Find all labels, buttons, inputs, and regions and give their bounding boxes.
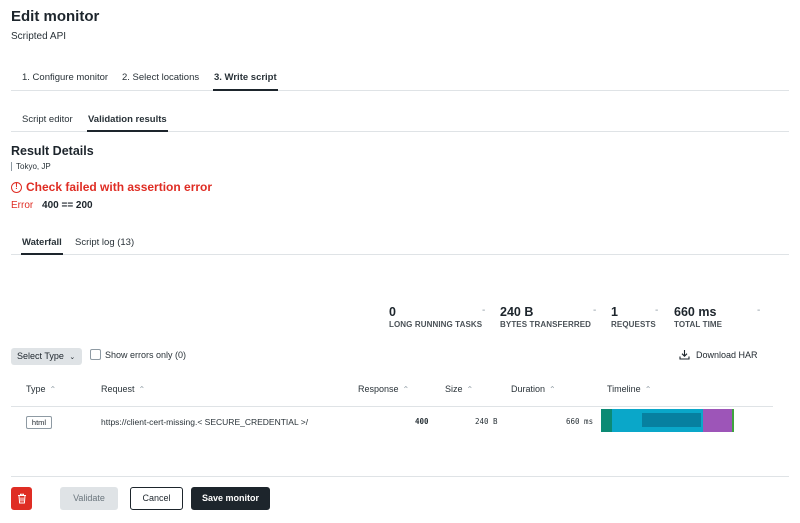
error-label: Error bbox=[11, 200, 34, 211]
stat-bytes-transferred: 240 B BYTES TRANSFERRED bbox=[500, 305, 591, 329]
show-errors-checkbox[interactable] bbox=[90, 349, 101, 360]
page-subtitle: Scripted API bbox=[11, 31, 67, 42]
stat-long-running-tasks: 0 LONG RUNNING TASKS bbox=[389, 305, 482, 329]
select-type-dropdown[interactable]: Select Type ⌄ bbox=[11, 348, 82, 365]
page-title: Edit monitor bbox=[11, 8, 100, 25]
stat-total-time: 660 ms TOTAL TIME bbox=[674, 305, 722, 329]
download-har-label: Download HAR bbox=[696, 349, 758, 360]
tab-configure-monitor[interactable]: 1. Configure monitor bbox=[22, 72, 108, 83]
sort-icon: ⌃ bbox=[466, 385, 474, 394]
timeline-segment-end bbox=[732, 409, 734, 432]
script-tabs: Script editor Validation results bbox=[11, 110, 789, 132]
timeline-bar bbox=[601, 409, 734, 432]
save-monitor-button[interactable]: Save monitor bbox=[191, 487, 270, 510]
stat-separator: - bbox=[482, 305, 486, 316]
request-url[interactable]: https://client-cert-missing.< SECURE_CRE… bbox=[101, 417, 308, 427]
chevron-down-icon: ⌄ bbox=[69, 354, 76, 361]
location-divider bbox=[11, 162, 12, 171]
stat-label: REQUESTS bbox=[611, 320, 656, 329]
cancel-button[interactable]: Cancel bbox=[130, 487, 183, 510]
error-value: 400 == 200 bbox=[42, 200, 93, 211]
column-label: Size bbox=[445, 384, 463, 394]
error-detail: Error 400 == 200 bbox=[11, 200, 93, 211]
location-text: Tokyo, JP bbox=[16, 162, 51, 171]
trash-icon bbox=[17, 493, 26, 504]
tab-write-script[interactable]: 3. Write script bbox=[213, 72, 278, 91]
tab-waterfall[interactable]: Waterfall bbox=[21, 237, 63, 255]
type-badge: html bbox=[26, 416, 52, 429]
request-timeline[interactable] bbox=[601, 409, 735, 432]
footer-divider bbox=[11, 476, 789, 477]
select-type-label: Select Type bbox=[17, 351, 64, 361]
stat-label: TOTAL TIME bbox=[674, 320, 723, 329]
stat-label: LONG RUNNING TASKS bbox=[389, 320, 483, 329]
download-har-button[interactable]: Download HAR bbox=[679, 349, 758, 360]
response-size: 240 B bbox=[475, 417, 498, 426]
show-errors-label: Show errors only (0) bbox=[105, 350, 187, 360]
column-header-type[interactable]: Type ⌃ bbox=[26, 384, 56, 394]
column-label: Duration bbox=[511, 384, 546, 394]
column-label: Response bbox=[358, 384, 399, 394]
column-label: Request bbox=[101, 384, 135, 394]
column-header-request[interactable]: Request ⌃ bbox=[101, 384, 145, 394]
sort-icon: ⌃ bbox=[49, 385, 57, 394]
column-header-duration[interactable]: Duration ⌃ bbox=[511, 384, 556, 394]
stat-value: 0 bbox=[389, 305, 396, 319]
timeline-segment-receive bbox=[703, 409, 732, 432]
column-header-timeline[interactable]: Timeline ⌃ bbox=[607, 384, 651, 394]
main-tabs: 1. Configure monitor 2. Select locations… bbox=[11, 68, 789, 91]
tab-select-locations[interactable]: 2. Select locations bbox=[122, 72, 199, 83]
result-details-heading: Result Details bbox=[11, 144, 94, 158]
failure-text: Check failed with assertion error bbox=[26, 180, 213, 194]
tab-script-log[interactable]: Script log (13) bbox=[75, 237, 134, 248]
stat-requests: 1 REQUESTS bbox=[611, 305, 656, 329]
tab-script-editor[interactable]: Script editor bbox=[22, 114, 73, 125]
sort-icon: ⌃ bbox=[138, 385, 146, 394]
tab-validation-results[interactable]: Validation results bbox=[87, 114, 168, 132]
download-icon bbox=[679, 350, 690, 360]
column-label: Timeline bbox=[607, 384, 641, 394]
timeline-segment-connect bbox=[601, 409, 612, 432]
stat-separator: - bbox=[757, 305, 761, 316]
stat-value: 660 ms bbox=[674, 305, 717, 319]
table-divider bbox=[11, 406, 773, 407]
stat-value: 1 bbox=[611, 305, 618, 319]
request-duration: 660 ms bbox=[566, 417, 594, 426]
alert-circle-icon: ! bbox=[11, 181, 22, 193]
response-code: 400 bbox=[415, 417, 429, 426]
timeline-segment-wait bbox=[642, 413, 701, 427]
stat-label: BYTES TRANSFERRED bbox=[500, 320, 592, 329]
result-tabs: Waterfall Script log (13) bbox=[11, 233, 789, 255]
column-header-response[interactable]: Response ⌃ bbox=[358, 384, 409, 394]
failure-message: ! Check failed with assertion error bbox=[11, 180, 212, 194]
location-label: Tokyo, JP bbox=[11, 162, 51, 171]
validate-button[interactable]: Validate bbox=[60, 487, 118, 510]
column-header-size[interactable]: Size ⌃ bbox=[445, 384, 473, 394]
sort-icon: ⌃ bbox=[549, 385, 556, 394]
sort-icon: ⌃ bbox=[644, 385, 652, 394]
column-label: Type bbox=[26, 384, 46, 394]
stat-separator: - bbox=[593, 305, 597, 316]
stat-separator: - bbox=[655, 305, 659, 316]
delete-button[interactable] bbox=[11, 487, 32, 510]
stat-value: 240 B bbox=[500, 305, 534, 319]
sort-icon: ⌃ bbox=[402, 385, 410, 394]
